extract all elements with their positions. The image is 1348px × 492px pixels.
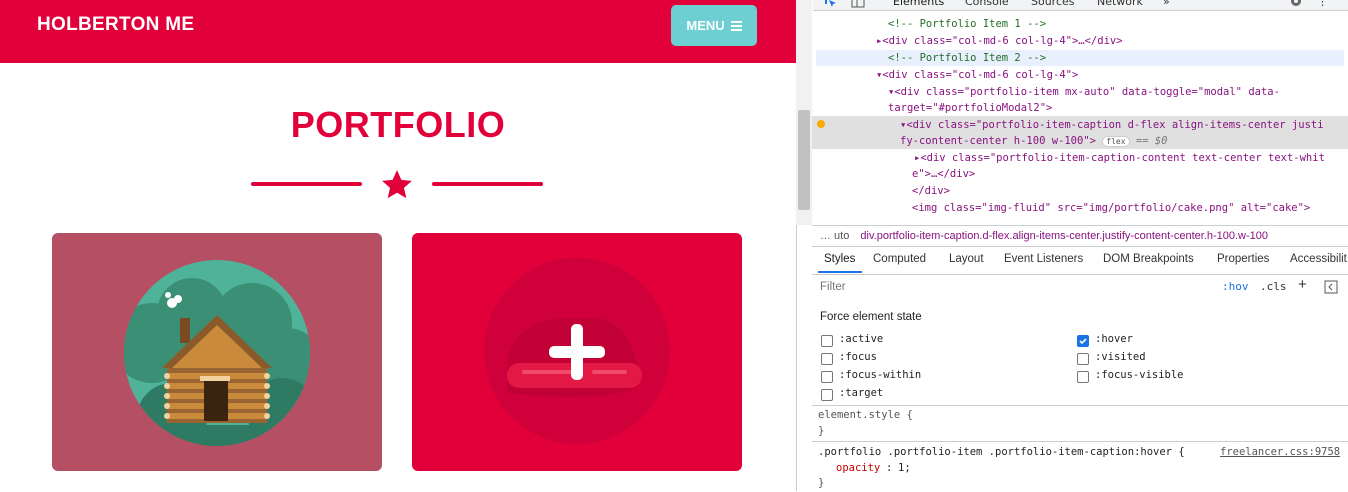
- tab-styles[interactable]: Styles: [824, 253, 855, 265]
- dom-node[interactable]: ▸<div class="col-md-6 col-lg-4">…</div>: [876, 33, 1348, 49]
- menu-button[interactable]: MENU: [671, 5, 757, 46]
- tab-dom-breakpoints[interactable]: DOM Breakpoints: [1103, 253, 1194, 265]
- dom-node[interactable]: target="#portfolioModal2">: [888, 100, 1348, 116]
- device-toolbar-icon[interactable]: [851, 0, 865, 8]
- checkmark-icon: [1079, 338, 1087, 345]
- rule-divider: [812, 441, 1348, 442]
- devtools-tabbar: Elements Console Sources Network » ⋮: [813, 0, 1348, 11]
- breadcrumb: … uto div.portfolio-item-caption.d-flex.…: [812, 225, 1348, 247]
- state-label: :focus-within: [839, 369, 922, 381]
- filter-input[interactable]: Filter: [816, 278, 1212, 297]
- checkbox-target[interactable]: [821, 389, 833, 401]
- hov-toggle[interactable]: :hov: [1222, 280, 1249, 293]
- tab-network[interactable]: Network: [1097, 0, 1143, 8]
- force-state-title: Force element state: [820, 311, 922, 323]
- tab-computed[interactable]: Computed: [873, 253, 926, 265]
- tab-layout[interactable]: Layout: [949, 253, 984, 265]
- star-icon: [382, 170, 412, 199]
- selected-marker: == $0: [1135, 135, 1168, 147]
- dom-node-comment[interactable]: <!-- Portfolio Item 1 -->: [888, 16, 1348, 32]
- checkbox-focus-within[interactable]: [821, 371, 833, 383]
- dom-node[interactable]: ▸<div class="portfolio-item-caption-cont…: [914, 150, 1348, 166]
- elements-scrollbar[interactable]: [796, 0, 812, 225]
- dom-node-selected[interactable]: fy-content-center h-100 w-100"> flex == …: [900, 133, 1348, 149]
- menu-label: MENU: [686, 18, 725, 33]
- rule-property[interactable]: opacity: [836, 462, 880, 474]
- brand-logo[interactable]: HOLBERTON ME: [37, 14, 194, 36]
- more-options-icon[interactable]: ⋮: [1317, 0, 1328, 8]
- portfolio-item-cake[interactable]: [412, 233, 742, 471]
- active-tab-indicator: [818, 271, 862, 273]
- breadcrumb-prefix[interactable]: … uto: [820, 230, 849, 242]
- flex-badge[interactable]: flex: [1102, 136, 1130, 147]
- inspect-icon[interactable]: [823, 0, 837, 8]
- divider-right: [432, 182, 543, 186]
- tab-accessibility[interactable]: Accessibilit: [1290, 253, 1347, 265]
- state-label: :active: [839, 333, 884, 345]
- force-state-panel: Force element state :active :focus :focu…: [812, 300, 1348, 404]
- checkbox-hover[interactable]: [1077, 335, 1089, 347]
- checkbox-focus-visible[interactable]: [1077, 371, 1089, 383]
- dom-node-selected[interactable]: ▾<div class="portfolio-item-caption d-fl…: [900, 117, 1348, 133]
- settings-gear-icon[interactable]: [1289, 0, 1303, 8]
- portfolio-item-cabin[interactable]: [52, 233, 382, 471]
- webpage: HOLBERTON ME MENU PORTFOLIO: [0, 0, 796, 491]
- cls-toggle[interactable]: .cls: [1260, 280, 1287, 293]
- rule-source-link[interactable]: freelancer.css:9758: [1220, 446, 1340, 458]
- rule-selector[interactable]: .portfolio .portfolio-item .portfolio-it…: [818, 446, 1185, 458]
- state-label: :focus-visible: [1095, 369, 1184, 381]
- checkbox-focus[interactable]: [821, 353, 833, 365]
- state-label: :target: [839, 387, 884, 399]
- section-title: PORTFOLIO: [290, 104, 506, 145]
- tab-event-listeners[interactable]: Event Listeners: [1004, 253, 1083, 265]
- rule-value[interactable]: 1;: [898, 462, 911, 474]
- rule-colon: :: [886, 462, 893, 474]
- breadcrumb-current[interactable]: div.portfolio-item-caption.d-flex.align-…: [860, 230, 1268, 242]
- scrollbar-thumb[interactable]: [798, 110, 810, 210]
- element-style-selector[interactable]: element.style {: [818, 409, 913, 421]
- new-rule-icon[interactable]: +: [1298, 276, 1307, 293]
- state-label: :visited: [1095, 351, 1146, 363]
- tab-console[interactable]: Console: [965, 0, 1009, 8]
- checkbox-visited[interactable]: [1077, 353, 1089, 365]
- styles-filter-row: Filter :hov .cls +: [812, 275, 1348, 301]
- log-cabin-illustration: [124, 260, 310, 446]
- tab-properties[interactable]: Properties: [1217, 253, 1269, 265]
- divider-left: [251, 182, 362, 186]
- plus-icon: [549, 324, 605, 380]
- checkbox-active[interactable]: [821, 335, 833, 347]
- dom-node[interactable]: e">…</div>: [912, 166, 1348, 182]
- dom-node[interactable]: ▾<div class="col-md-6 col-lg-4">: [876, 67, 1348, 83]
- hamburger-icon: [730, 20, 742, 31]
- toggle-sidebar-icon[interactable]: [1324, 280, 1338, 294]
- tab-sources[interactable]: Sources: [1031, 0, 1075, 8]
- state-label: :focus: [839, 351, 877, 363]
- close-brace: }: [818, 477, 825, 489]
- close-brace: }: [818, 425, 825, 437]
- tab-elements[interactable]: Elements: [893, 0, 944, 8]
- dom-node-comment[interactable]: <!-- Portfolio Item 2 -->: [816, 50, 1344, 66]
- dom-node-img[interactable]: <img class="img-fluid" src="img/portfoli…: [912, 200, 1348, 216]
- navbar: HOLBERTON ME MENU: [0, 0, 796, 63]
- dom-node[interactable]: ▾<div class="portfolio-item mx-auto" dat…: [888, 84, 1348, 100]
- state-label: :hover: [1095, 333, 1133, 345]
- breakpoint-dot: [817, 120, 825, 128]
- styles-rules: element.style { } .portfolio .portfolio-…: [812, 405, 1348, 492]
- dom-node[interactable]: </div>: [912, 183, 1348, 199]
- styles-subtabs: Styles Computed Layout Event Listeners D…: [812, 246, 1348, 275]
- tab-more[interactable]: »: [1163, 0, 1170, 8]
